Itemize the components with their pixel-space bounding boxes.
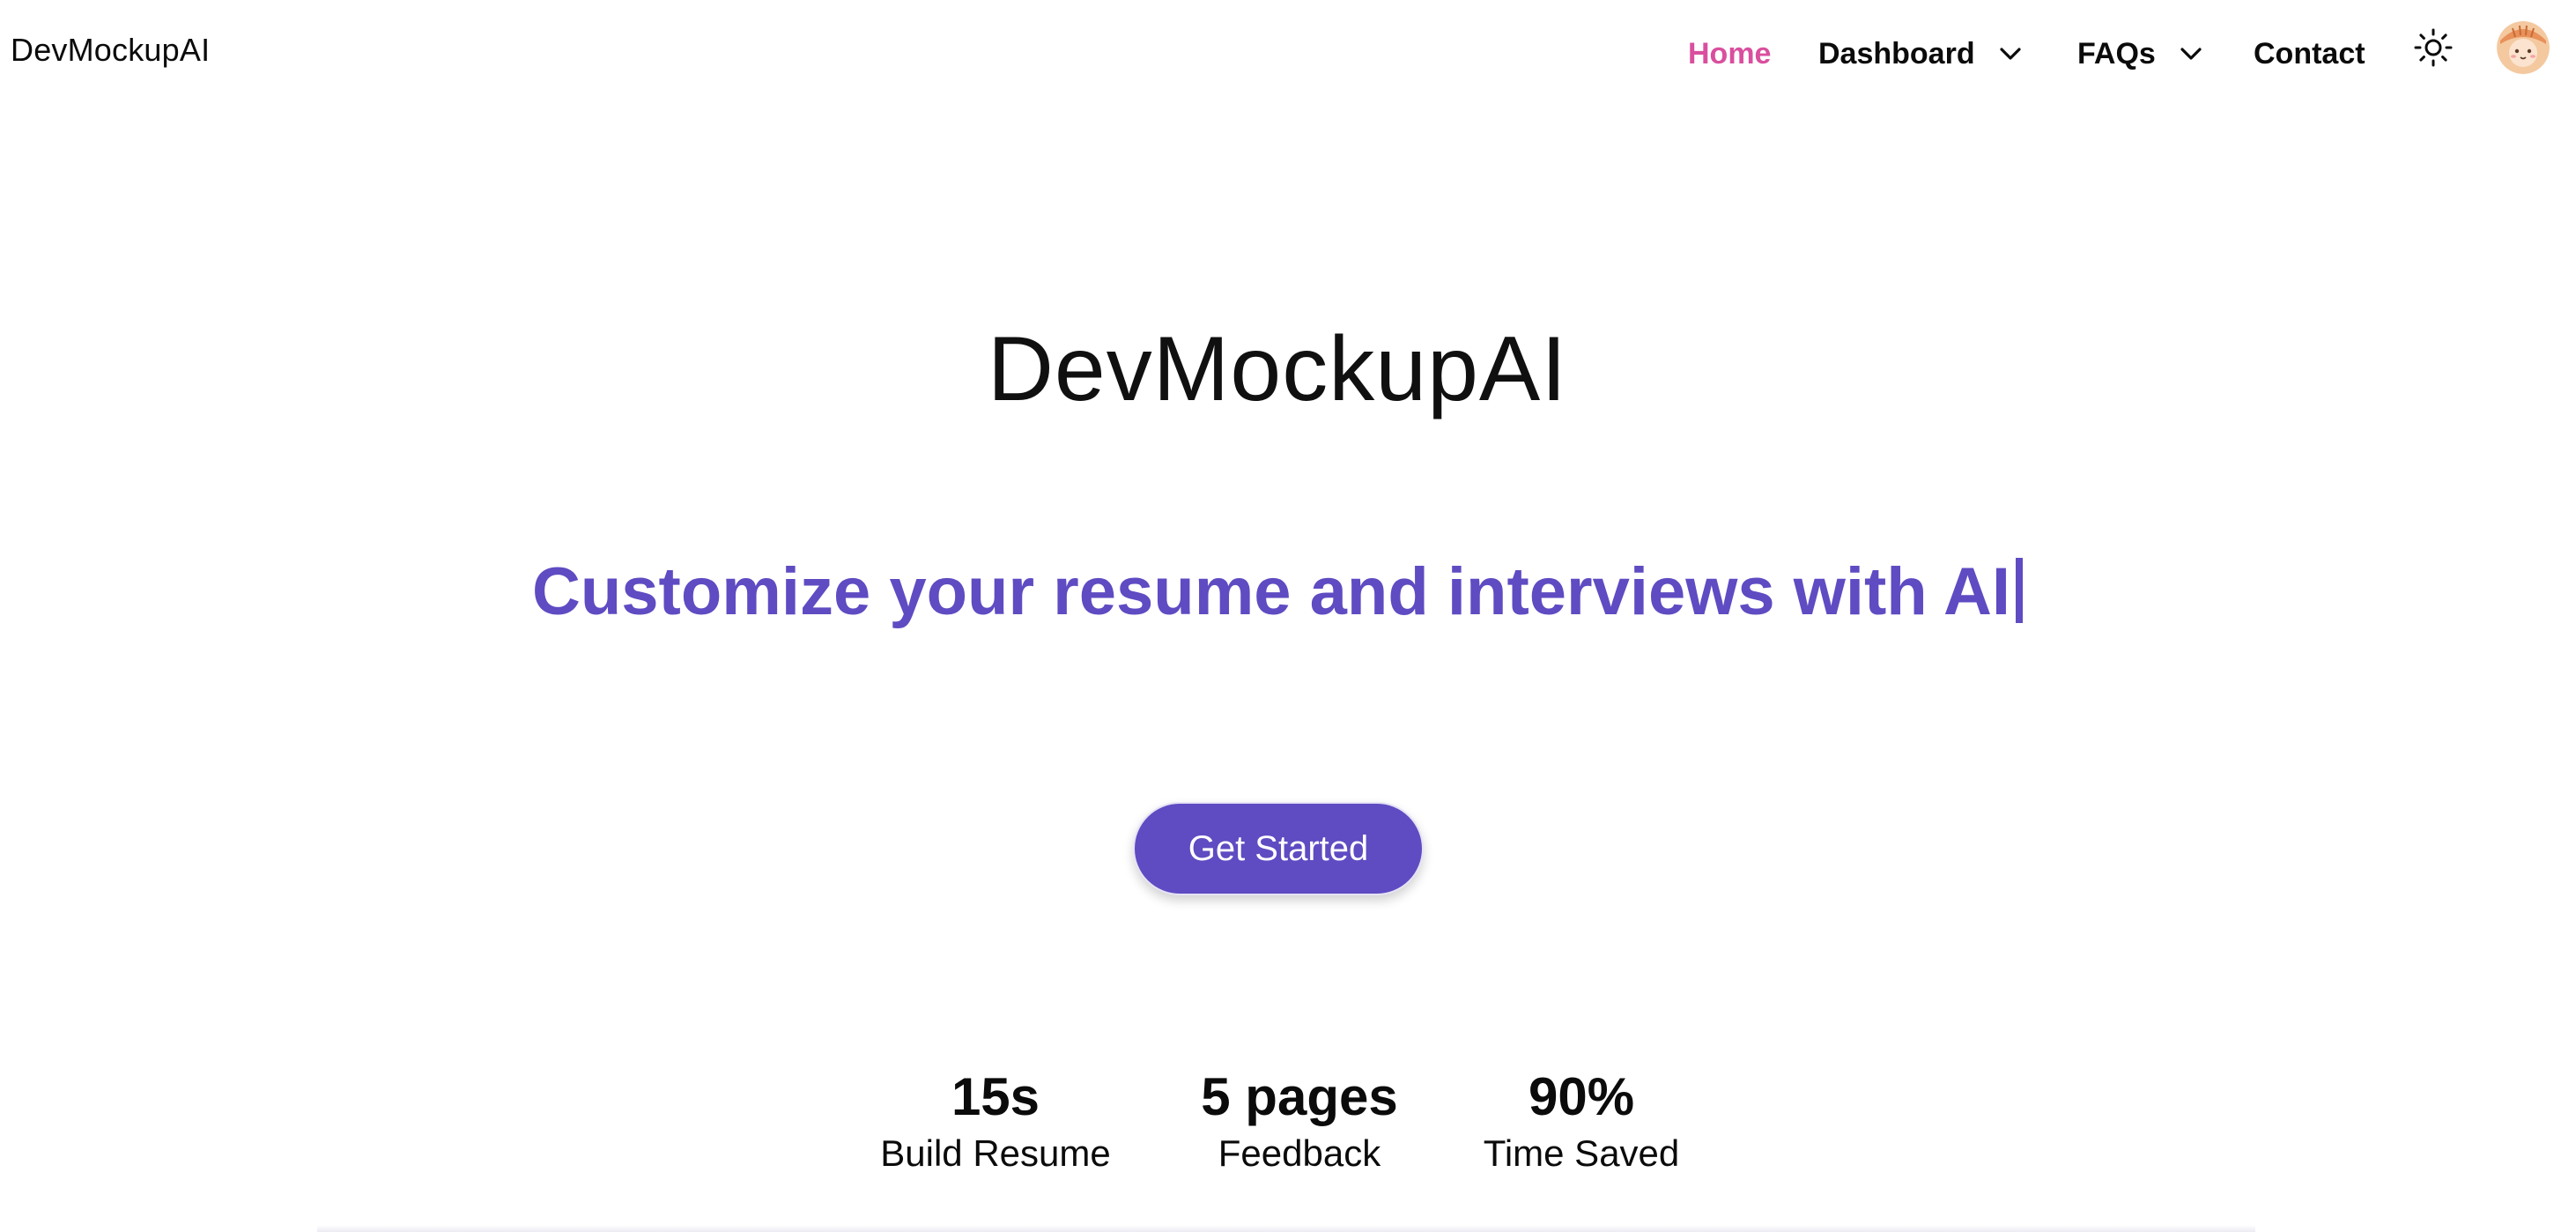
stat-value: 90% xyxy=(1528,1067,1635,1126)
avatar-image xyxy=(2497,21,2550,74)
stat-label: Feedback xyxy=(1218,1132,1381,1174)
chevron-down-icon xyxy=(2177,40,2205,68)
nav-home-link[interactable]: Home xyxy=(1688,33,1771,74)
stat-label: Time Saved xyxy=(1483,1132,1680,1174)
hero-subtitle: Customize your resume and interviews wit… xyxy=(0,553,2555,630)
stat-value: 15s xyxy=(951,1067,1040,1126)
nav-dashboard-label: Dashboard xyxy=(1818,36,1975,71)
stat-feedback: 5 pages Feedback xyxy=(1172,1066,1427,1176)
nav-dashboard-dropdown[interactable]: Dashboard xyxy=(1818,33,2025,74)
hero-title: DevMockupAI xyxy=(987,318,1568,420)
stat-value: 5 pages xyxy=(1201,1067,1398,1126)
stat-label: Build Resume xyxy=(880,1132,1111,1174)
nav-home-label: Home xyxy=(1688,36,1772,71)
section-divider xyxy=(317,1225,2255,1232)
chevron-down-icon xyxy=(1996,40,2025,68)
avatar[interactable] xyxy=(2497,21,2550,74)
nav-faqs-label: FAQs xyxy=(2077,36,2156,71)
typing-caret xyxy=(2016,558,2023,623)
nav-contact-link[interactable]: Contact xyxy=(2254,33,2365,74)
nav-faqs-dropdown[interactable]: FAQs xyxy=(2077,33,2205,74)
get-started-button[interactable]: Get Started xyxy=(1133,802,1424,895)
brand-logo[interactable]: DevMockupAI xyxy=(11,32,210,69)
nav-contact-label: Contact xyxy=(2254,36,2365,71)
top-navbar: DevMockupAI Home Dashboard FAQs Contact xyxy=(0,0,2576,106)
stat-build-resume: 15s Build Resume xyxy=(863,1066,1128,1176)
stat-time-saved: 90% Time Saved xyxy=(1454,1066,1709,1176)
hero-subtitle-text: Customize your resume and interviews wit… xyxy=(531,554,2010,629)
sun-icon xyxy=(2414,28,2453,67)
theme-toggle-button[interactable] xyxy=(2412,26,2454,69)
